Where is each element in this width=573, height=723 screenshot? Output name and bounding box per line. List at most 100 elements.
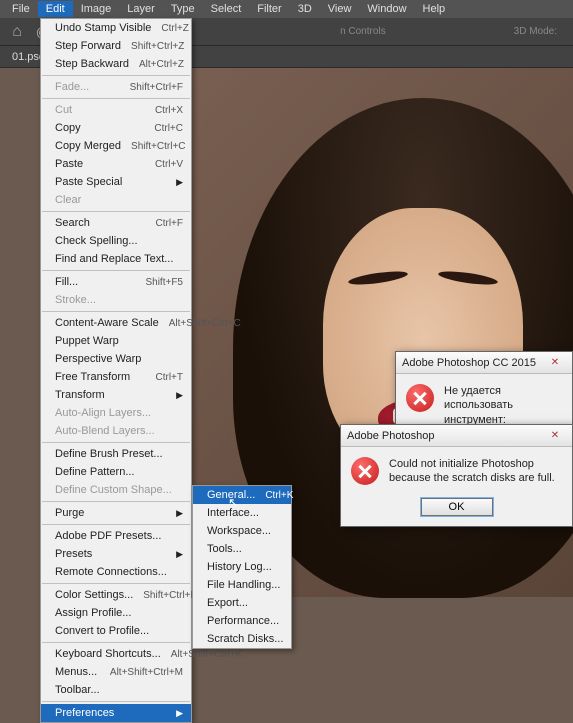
menu-type[interactable]: Type xyxy=(163,1,203,17)
close-icon[interactable]: ✕ xyxy=(544,355,566,371)
menu-shortcut: Shift+F5 xyxy=(145,277,183,288)
menu-item[interactable]: Free Transform Ctrl+T xyxy=(41,368,191,386)
menu-window[interactable]: Window xyxy=(359,1,414,17)
menu-item-label: Assign Profile... xyxy=(55,607,183,619)
menu-shortcut: Shift+Ctrl+C xyxy=(131,141,185,152)
dialog-titlebar[interactable]: Adobe Photoshop CC 2015 ✕ xyxy=(396,352,572,374)
menu-item[interactable]: Assign Profile... xyxy=(41,604,191,622)
menu-separator xyxy=(42,270,190,271)
menu-item-label: Convert to Profile... xyxy=(55,625,183,637)
menu-item[interactable]: Fill... Shift+F5 xyxy=(41,273,191,291)
menu-item[interactable]: Perspective Warp xyxy=(41,350,191,368)
menu-shortcut: Ctrl+T xyxy=(156,372,184,383)
menu-shortcut: Shift+Ctrl+Z xyxy=(131,41,184,52)
menu-help[interactable]: Help xyxy=(415,1,454,17)
menu-item[interactable]: Transform ▶ xyxy=(41,386,191,404)
menu-item[interactable]: Search Ctrl+F xyxy=(41,214,191,232)
menu-item: CutCtrl+X xyxy=(41,101,191,119)
menu-separator xyxy=(42,442,190,443)
menu-item[interactable]: Menus...Alt+Shift+Ctrl+M xyxy=(41,663,191,681)
menu-item[interactable]: Undo Stamp VisibleCtrl+Z xyxy=(41,19,191,37)
menu-item-label: Define Custom Shape... xyxy=(55,484,183,496)
menu-item-label: Export... xyxy=(207,597,283,609)
menu-item[interactable]: Define Pattern... xyxy=(41,463,191,481)
menu-item[interactable]: Puppet Warp xyxy=(41,332,191,350)
menu-view[interactable]: View xyxy=(320,1,360,17)
menu-item[interactable]: Copy MergedShift+Ctrl+C xyxy=(41,137,191,155)
menu-item[interactable]: Preferences▶ xyxy=(41,704,191,722)
menu-item[interactable]: Keyboard Shortcuts...Alt+Shift+Ctrl+K xyxy=(41,645,191,663)
menu-item-label: Step Forward xyxy=(55,40,121,52)
menu-item[interactable]: Toolbar... xyxy=(41,681,191,699)
menu-item-label: Undo Stamp Visible xyxy=(55,22,151,34)
menu-item[interactable]: CopyCtrl+C xyxy=(41,119,191,137)
menu-item[interactable]: Interface... xyxy=(193,504,291,522)
menu-item[interactable]: History Log... xyxy=(193,558,291,576)
menu-item[interactable]: Workspace... xyxy=(193,522,291,540)
menu-item[interactable]: General...Ctrl+K xyxy=(193,486,291,504)
menu-item[interactable]: File Handling... xyxy=(193,576,291,594)
menu-item-label: Tools... xyxy=(207,543,283,555)
close-icon[interactable]: ✕ xyxy=(544,428,566,444)
menu-item-label: Fade... xyxy=(55,81,120,93)
menu-separator xyxy=(42,583,190,584)
menu-item-label: Menus... xyxy=(55,666,100,678)
menu-item[interactable]: Find and Replace Text... xyxy=(41,250,191,268)
menu-separator xyxy=(42,75,190,76)
controls-label: n Controls xyxy=(340,26,386,37)
menu-item: Fade...Shift+Ctrl+F xyxy=(41,78,191,96)
menu-item[interactable]: Remote Connections... xyxy=(41,563,191,581)
menu-item[interactable]: Adobe PDF Presets... xyxy=(41,527,191,545)
submenu-arrow-icon: ▶ xyxy=(176,390,183,401)
menubar: FileEditImageLayerTypeSelectFilter3DView… xyxy=(0,0,573,18)
ok-button[interactable]: OK xyxy=(421,498,493,516)
menu-item[interactable]: Check Spelling... xyxy=(41,232,191,250)
menu-item[interactable]: Step Forward Shift+Ctrl+Z xyxy=(41,37,191,55)
dialog-titlebar[interactable]: Adobe Photoshop ✕ xyxy=(341,425,572,447)
menu-shortcut: Alt+Shift+Ctrl+C xyxy=(169,318,241,329)
menu-item: Clear xyxy=(41,191,191,209)
home-icon[interactable]: ⌂ xyxy=(8,23,26,41)
menu-item-label: Preferences xyxy=(55,707,170,719)
menu-item[interactable]: Define Brush Preset... xyxy=(41,445,191,463)
menu-item-label: Auto-Blend Layers... xyxy=(55,425,183,437)
menu-item-label: Content-Aware Scale xyxy=(55,317,159,329)
menu-file[interactable]: File xyxy=(4,1,38,17)
menu-item[interactable]: Performance... xyxy=(193,612,291,630)
menu-item-label: Search xyxy=(55,217,146,229)
menu-item-label: Presets xyxy=(55,548,170,560)
menu-item-label: Stroke... xyxy=(55,294,183,306)
menu-item[interactable]: PasteCtrl+V xyxy=(41,155,191,173)
menu-item-label: Puppet Warp xyxy=(55,335,183,347)
menu-shortcut: Shift+Ctrl+K xyxy=(143,590,197,601)
menu-shortcut: Ctrl+C xyxy=(154,123,183,134)
preferences-submenu: General...Ctrl+KInterface...Workspace...… xyxy=(192,485,292,649)
menu-shortcut: Ctrl+V xyxy=(155,159,183,170)
menu-edit[interactable]: Edit xyxy=(38,1,73,17)
menu-item[interactable]: Scratch Disks... xyxy=(193,630,291,648)
menu-item[interactable]: Purge▶ xyxy=(41,504,191,522)
menu-layer[interactable]: Layer xyxy=(119,1,163,17)
menu-item[interactable]: Content-Aware ScaleAlt+Shift+Ctrl+C xyxy=(41,314,191,332)
dialog-message: Could not initialize Photoshop because t… xyxy=(389,457,562,486)
menu-item: Define Custom Shape... xyxy=(41,481,191,499)
menu-filter[interactable]: Filter xyxy=(249,1,289,17)
menu-item-label: Performance... xyxy=(207,615,283,627)
menu-item-label: Fill... xyxy=(55,276,135,288)
menu-select[interactable]: Select xyxy=(203,1,250,17)
menu-item-label: History Log... xyxy=(207,561,283,573)
menu-separator xyxy=(42,311,190,312)
menu-item-label: Transform xyxy=(55,389,170,401)
menu-item-label: Define Brush Preset... xyxy=(55,448,183,460)
menu-item[interactable]: Paste Special▶ xyxy=(41,173,191,191)
menu-item[interactable]: Convert to Profile... xyxy=(41,622,191,640)
menu-item[interactable]: Color Settings...Shift+Ctrl+K xyxy=(41,586,191,604)
menu-item-label: Cut xyxy=(55,104,145,116)
menu-image[interactable]: Image xyxy=(73,1,120,17)
menu-item[interactable]: Step BackwardAlt+Ctrl+Z xyxy=(41,55,191,73)
menu-shortcut: Ctrl+F xyxy=(156,218,184,229)
menu-item[interactable]: Presets▶ xyxy=(41,545,191,563)
menu-3d[interactable]: 3D xyxy=(290,1,320,17)
menu-item-label: Free Transform xyxy=(55,371,146,383)
menu-item[interactable]: Tools... xyxy=(193,540,291,558)
